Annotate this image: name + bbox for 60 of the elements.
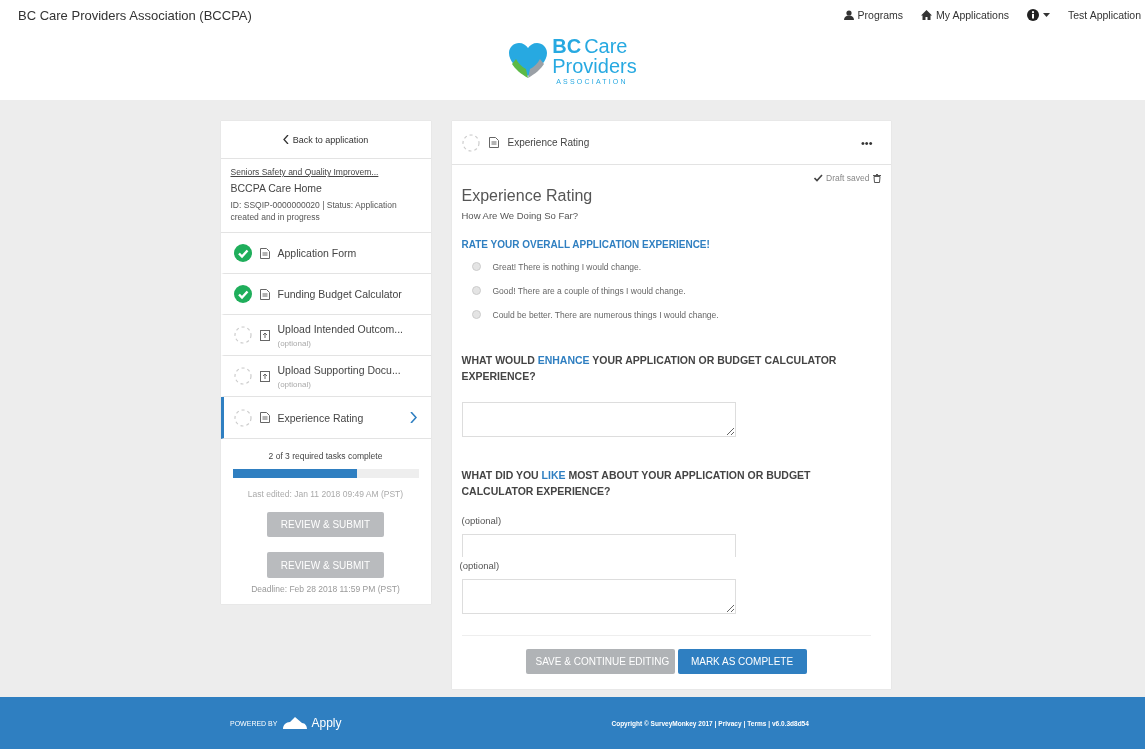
- site-title: BC Care Providers Association (BCCPA): [18, 7, 252, 23]
- task-item[interactable]: Experience Rating: [220, 397, 431, 439]
- question-heading: WHAT DID YOU LIKE MOST ABOUT YOUR APPLICATION OR BUDGET CALCULATOR EXPERIENCE?: [461, 468, 812, 499]
- caret-icon: [1043, 13, 1051, 17]
- task-label: Upload Supporting Docu...: [277, 363, 402, 376]
- organization-name: BCCPA Care Home: [230, 182, 323, 194]
- radio-option[interactable]: Good! There are a couple of things I would change.: [461, 283, 881, 298]
- upload-file-icon: [259, 329, 270, 341]
- answer-box[interactable]: [461, 579, 736, 614]
- document-icon: [488, 137, 499, 148]
- trash-icon: [872, 173, 881, 183]
- task-title: Experience Rating: [507, 137, 591, 148]
- person-icon: [843, 10, 854, 20]
- draft-status: Draft saved: [826, 173, 870, 183]
- application-status: ID: SSQIP-0000000020 | Status: Application created and in progress: [230, 199, 398, 223]
- info-menu[interactable]: [1027, 9, 1051, 21]
- progress-text: 2 of 3 required tasks complete: [268, 451, 383, 461]
- document-icon: [259, 412, 270, 423]
- heart-hands-icon: [508, 41, 549, 80]
- last-edited: Last edited: Jan 11 2018 09:49 AM (PST): [247, 489, 404, 499]
- upload-file-icon: [259, 370, 270, 382]
- logo-text: BC: [552, 36, 582, 56]
- task-label: Upload Intended Outcom...: [277, 322, 404, 335]
- answer-box[interactable]: [461, 402, 736, 437]
- nav-link[interactable]: Test Application: [1068, 9, 1141, 21]
- task-item[interactable]: Application Form: [220, 233, 431, 274]
- back-link[interactable]: Back to application: [282, 134, 369, 145]
- logo-text: Care: [584, 36, 628, 56]
- logo-text: Providers: [552, 56, 637, 76]
- checkmark-icon: [814, 174, 824, 182]
- cloud-logo-icon: [281, 715, 308, 731]
- mark-complete-button[interactable]: MARK AS COMPLETE: [677, 649, 807, 674]
- question-heading: RATE YOUR OVERALL APPLICATION EXPERIENCE!: [461, 239, 711, 250]
- document-icon: [259, 288, 270, 300]
- chevron-left-icon: [282, 135, 289, 144]
- application-link[interactable]: Seniors Safety and Quality Improvem...: [230, 167, 421, 177]
- radio-option[interactable]: Great! There is nothing I would change.: [461, 259, 881, 274]
- form-title: Experience Rating: [461, 187, 594, 205]
- task-label: Funding Budget Calculator: [277, 288, 403, 300]
- form-subtitle: How Are We Doing So Far?: [461, 210, 579, 221]
- task-label: Application Form: [277, 247, 358, 259]
- task-item[interactable]: Upload Supporting Docu... (optional): [220, 356, 431, 397]
- task-item[interactable]: Funding Budget Calculator: [220, 274, 431, 315]
- optional-note: (optional): [277, 379, 312, 389]
- chevron-right-icon: [409, 412, 417, 423]
- optional-note: (optional): [461, 515, 503, 526]
- home-icon: [921, 10, 933, 20]
- nav-link[interactable]: Programs: [857, 9, 904, 21]
- optional-note: (optional): [459, 560, 501, 571]
- more-menu-button[interactable]: •••: [854, 136, 879, 149]
- brand-name: Apply: [311, 716, 342, 730]
- nav-link[interactable]: My Applications: [936, 9, 1010, 21]
- optional-note: (optional): [277, 338, 312, 348]
- task-item[interactable]: Upload Intended Outcom... (optional): [220, 315, 431, 356]
- task-label: Experience Rating: [277, 411, 365, 424]
- question-heading: WHAT WOULD ENHANCE YOUR APPLICATION OR BUDGET CALCULATOR EXPERIENCE?: [461, 353, 838, 384]
- document-icon: [259, 247, 270, 259]
- deadline-text: Deadline: Feb 28 2018 11:59 PM (PST): [251, 584, 400, 594]
- info-icon: [1027, 9, 1040, 21]
- radio-option[interactable]: Could be better. There are numerous things I would change.: [461, 307, 881, 322]
